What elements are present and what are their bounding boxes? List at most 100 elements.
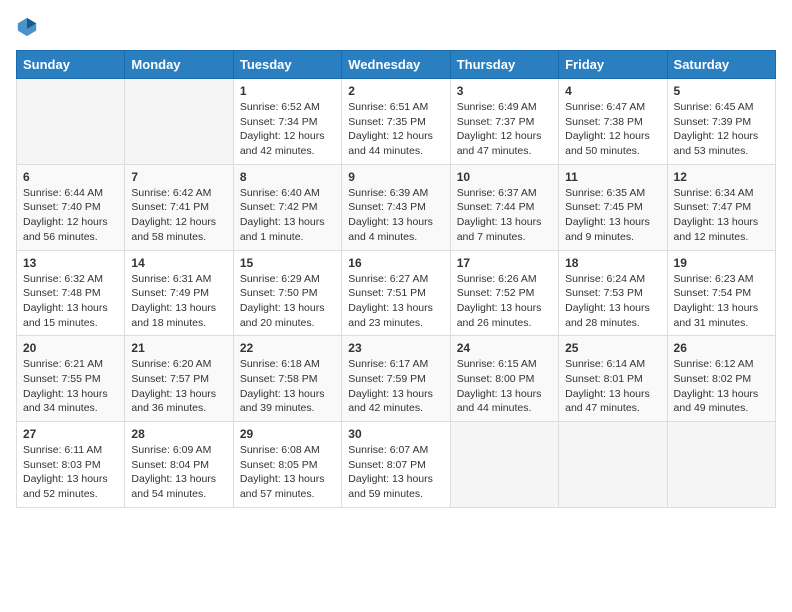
day-info: Sunrise: 6:35 AMSunset: 7:45 PMDaylight:…	[565, 186, 660, 245]
calendar-cell: 18Sunrise: 6:24 AMSunset: 7:53 PMDayligh…	[559, 250, 667, 336]
day-number: 20	[23, 341, 118, 355]
calendar-cell	[125, 79, 233, 165]
calendar-cell: 12Sunrise: 6:34 AMSunset: 7:47 PMDayligh…	[667, 164, 775, 250]
day-number: 14	[131, 256, 226, 270]
day-number: 5	[674, 84, 769, 98]
day-number: 24	[457, 341, 552, 355]
calendar-cell: 26 Sunrise: 6:12 AMSunset: 8:02 PMDayligh…	[667, 336, 775, 422]
day-number: 21	[131, 341, 226, 355]
day-number: 9	[348, 170, 443, 184]
day-number: 23	[348, 341, 443, 355]
day-info: Sunrise: 6:20 AMSunset: 7:57 PMDaylight:…	[131, 357, 226, 416]
day-info: Sunrise: 6:52 AMSunset: 7:34 PMDaylight:…	[240, 100, 335, 159]
day-info: Sunrise: 6:27 AMSunset: 7:51 PMDaylight:…	[348, 272, 443, 331]
calendar-cell: 29Sunrise: 6:08 AMSunset: 8:05 PMDayligh…	[233, 422, 341, 508]
calendar-cell: 16 Sunrise: 6:27 AMSunset: 7:51 PMDayligh…	[342, 250, 450, 336]
calendar-cell	[667, 422, 775, 508]
day-info: Sunrise: 6:18 AMSunset: 7:58 PMDaylight:…	[240, 357, 335, 416]
day-info: Sunrise: 6:14 AMSunset: 8:01 PMDaylight:…	[565, 357, 660, 416]
weekday-saturday: Saturday	[667, 51, 775, 79]
calendar-cell	[559, 422, 667, 508]
calendar-cell: 20 Sunrise: 6:21 AMSunset: 7:55 PMDayligh…	[17, 336, 125, 422]
calendar-cell: 17 Sunrise: 6:26 AMSunset: 7:52 PMDayligh…	[450, 250, 558, 336]
calendar-cell: 7 Sunrise: 6:42 AMSunset: 7:41 PMDaylight…	[125, 164, 233, 250]
day-info: Sunrise: 6:07 AMSunset: 8:07 PMDaylight:…	[348, 443, 443, 502]
day-number: 2	[348, 84, 443, 98]
day-info: Sunrise: 6:49 AMSunset: 7:37 PMDaylight:…	[457, 100, 552, 159]
day-info: Sunrise: 6:08 AMSunset: 8:05 PMDaylight:…	[240, 443, 335, 502]
day-number: 25	[565, 341, 660, 355]
calendar-cell: 3 Sunrise: 6:49 AMSunset: 7:37 PMDaylight…	[450, 79, 558, 165]
day-number: 17	[457, 256, 552, 270]
weekday-sunday: Sunday	[17, 51, 125, 79]
day-info: Sunrise: 6:45 AMSunset: 7:39 PMDaylight:…	[674, 100, 769, 159]
day-info: Sunrise: 6:34 AMSunset: 7:47 PMDaylight:…	[674, 186, 769, 245]
day-number: 28	[131, 427, 226, 441]
day-number: 15	[240, 256, 335, 270]
day-number: 13	[23, 256, 118, 270]
calendar-table: SundayMondayTuesdayWednesdayThursdayFrid…	[16, 50, 776, 508]
logo	[16, 16, 40, 38]
day-number: 10	[457, 170, 552, 184]
day-info: Sunrise: 6:39 AMSunset: 7:43 PMDaylight:…	[348, 186, 443, 245]
calendar-cell: 27 Sunrise: 6:11 AMSunset: 8:03 PMDayligh…	[17, 422, 125, 508]
day-info: Sunrise: 6:31 AMSunset: 7:49 PMDaylight:…	[131, 272, 226, 331]
day-number: 30	[348, 427, 443, 441]
day-number: 7	[131, 170, 226, 184]
logo-icon	[16, 16, 38, 38]
day-number: 11	[565, 170, 660, 184]
day-info: Sunrise: 6:42 AMSunset: 7:41 PMDaylight:…	[131, 186, 226, 245]
calendar-cell: 21 Sunrise: 6:20 AMSunset: 7:57 PMDayligh…	[125, 336, 233, 422]
day-info: Sunrise: 6:12 AMSunset: 8:02 PMDaylight:…	[674, 357, 769, 416]
calendar-cell: 8 Sunrise: 6:40 AMSunset: 7:42 PMDaylight…	[233, 164, 341, 250]
calendar-cell: 5 Sunrise: 6:45 AMSunset: 7:39 PMDaylight…	[667, 79, 775, 165]
day-info: Sunrise: 6:32 AMSunset: 7:48 PMDaylight:…	[23, 272, 118, 331]
day-number: 26	[674, 341, 769, 355]
calendar-cell: 2 Sunrise: 6:51 AMSunset: 7:35 PMDaylight…	[342, 79, 450, 165]
week-row-5: 27 Sunrise: 6:11 AMSunset: 8:03 PMDayligh…	[17, 422, 776, 508]
day-info: Sunrise: 6:40 AMSunset: 7:42 PMDaylight:…	[240, 186, 335, 245]
day-info: Sunrise: 6:47 AMSunset: 7:38 PMDaylight:…	[565, 100, 660, 159]
day-info: Sunrise: 6:44 AMSunset: 7:40 PMDaylight:…	[23, 186, 118, 245]
day-info: Sunrise: 6:21 AMSunset: 7:55 PMDaylight:…	[23, 357, 118, 416]
day-number: 22	[240, 341, 335, 355]
weekday-friday: Friday	[559, 51, 667, 79]
day-info: Sunrise: 6:51 AMSunset: 7:35 PMDaylight:…	[348, 100, 443, 159]
day-info: Sunrise: 6:23 AMSunset: 7:54 PMDaylight:…	[674, 272, 769, 331]
calendar-cell: 25 Sunrise: 6:14 AMSunset: 8:01 PMDayligh…	[559, 336, 667, 422]
weekday-monday: Monday	[125, 51, 233, 79]
week-row-2: 6 Sunrise: 6:44 AMSunset: 7:40 PMDaylight…	[17, 164, 776, 250]
weekday-wednesday: Wednesday	[342, 51, 450, 79]
day-number: 3	[457, 84, 552, 98]
weekday-tuesday: Tuesday	[233, 51, 341, 79]
day-info: Sunrise: 6:29 AMSunset: 7:50 PMDaylight:…	[240, 272, 335, 331]
calendar-cell: 11 Sunrise: 6:35 AMSunset: 7:45 PMDayligh…	[559, 164, 667, 250]
calendar-cell	[450, 422, 558, 508]
calendar-cell	[17, 79, 125, 165]
calendar-cell: 22 Sunrise: 6:18 AMSunset: 7:58 PMDayligh…	[233, 336, 341, 422]
day-info: Sunrise: 6:11 AMSunset: 8:03 PMDaylight:…	[23, 443, 118, 502]
calendar-cell: 30 Sunrise: 6:07 AMSunset: 8:07 PMDayligh…	[342, 422, 450, 508]
week-row-4: 20 Sunrise: 6:21 AMSunset: 7:55 PMDayligh…	[17, 336, 776, 422]
day-number: 1	[240, 84, 335, 98]
calendar-cell: 13 Sunrise: 6:32 AMSunset: 7:48 PMDayligh…	[17, 250, 125, 336]
calendar-cell: 9 Sunrise: 6:39 AMSunset: 7:43 PMDaylight…	[342, 164, 450, 250]
calendar-cell: 6 Sunrise: 6:44 AMSunset: 7:40 PMDaylight…	[17, 164, 125, 250]
day-number: 27	[23, 427, 118, 441]
day-number: 8	[240, 170, 335, 184]
calendar-cell: 1 Sunrise: 6:52 AMSunset: 7:34 PMDaylight…	[233, 79, 341, 165]
day-number: 6	[23, 170, 118, 184]
calendar-cell: 4 Sunrise: 6:47 AMSunset: 7:38 PMDaylight…	[559, 79, 667, 165]
day-number: 16	[348, 256, 443, 270]
day-info: Sunrise: 6:17 AMSunset: 7:59 PMDaylight:…	[348, 357, 443, 416]
day-info: Sunrise: 6:37 AMSunset: 7:44 PMDaylight:…	[457, 186, 552, 245]
calendar-cell: 19Sunrise: 6:23 AMSunset: 7:54 PMDayligh…	[667, 250, 775, 336]
page-header	[16, 16, 776, 38]
day-info: Sunrise: 6:26 AMSunset: 7:52 PMDaylight:…	[457, 272, 552, 331]
day-number: 4	[565, 84, 660, 98]
calendar-cell: 10 Sunrise: 6:37 AMSunset: 7:44 PMDayligh…	[450, 164, 558, 250]
calendar-cell: 24Sunrise: 6:15 AMSunset: 8:00 PMDayligh…	[450, 336, 558, 422]
day-number: 18	[565, 256, 660, 270]
week-row-3: 13 Sunrise: 6:32 AMSunset: 7:48 PMDayligh…	[17, 250, 776, 336]
weekday-thursday: Thursday	[450, 51, 558, 79]
